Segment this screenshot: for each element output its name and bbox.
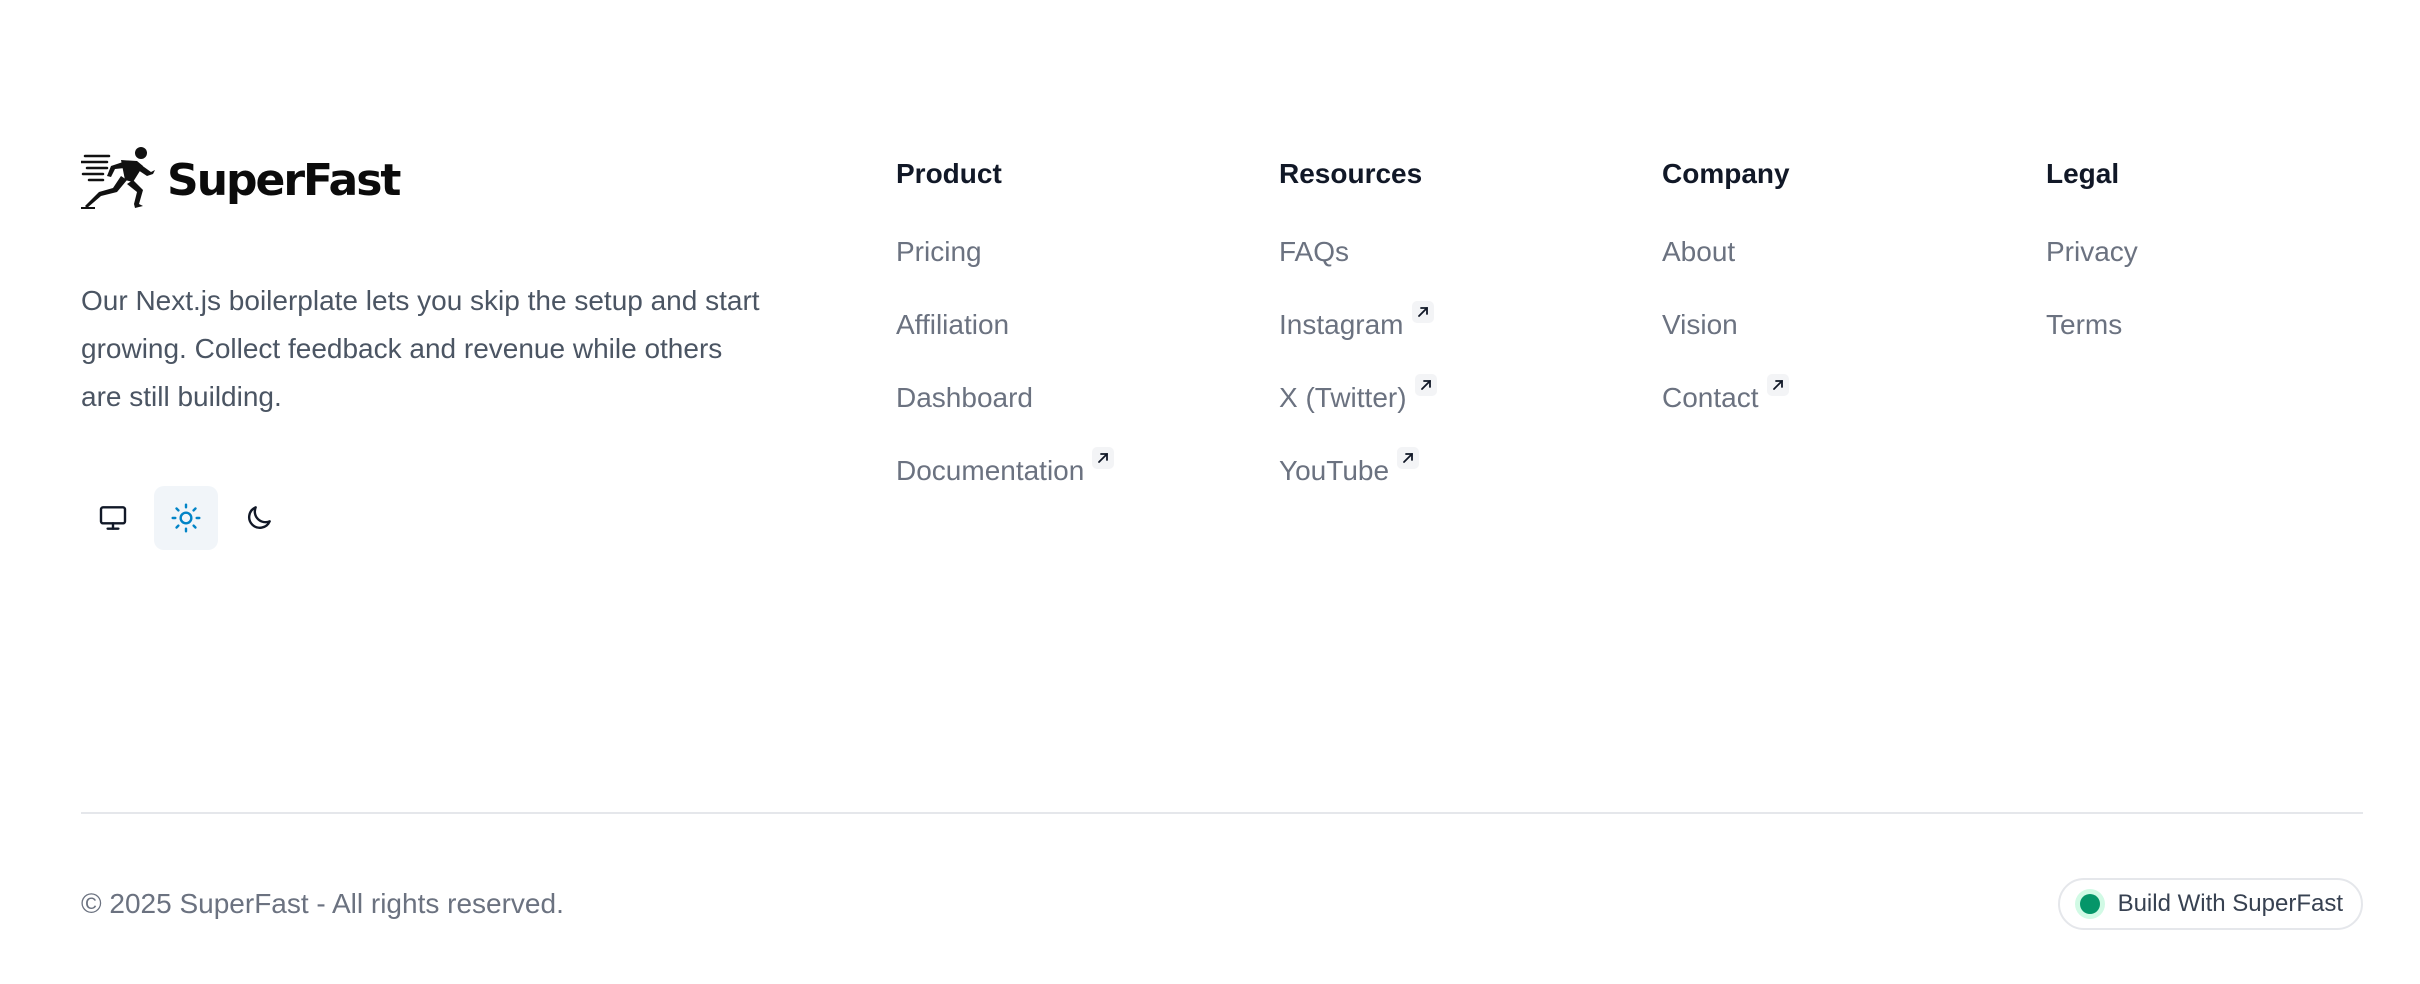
footer-link-instagram[interactable]: Instagram bbox=[1279, 301, 1434, 345]
copyright-text: © 2025 SuperFast - All rights reserved. bbox=[81, 888, 564, 919]
column-title: Product bbox=[896, 158, 1002, 189]
external-link-icon bbox=[1397, 447, 1420, 469]
footer-column-legal: Legal Privacy Terms bbox=[2046, 154, 2138, 378]
monitor-icon bbox=[99, 506, 127, 530]
footer-link-contact[interactable]: Contact bbox=[1662, 374, 1789, 418]
footer-column-resources: Resources FAQs Instagram X (Twitter) You… bbox=[1279, 154, 1437, 524]
external-link-icon bbox=[1411, 301, 1434, 323]
footer-link-privacy[interactable]: Privacy bbox=[2046, 232, 2138, 272]
footer-divider bbox=[81, 812, 2363, 814]
footer-link-about[interactable]: About bbox=[1662, 232, 1735, 272]
build-with-badge[interactable]: Build With SuperFast bbox=[2057, 878, 2363, 930]
theme-light-button[interactable] bbox=[154, 486, 218, 550]
running-man-icon bbox=[81, 147, 155, 209]
moon-icon bbox=[248, 506, 271, 529]
external-link-icon bbox=[1092, 447, 1115, 469]
status-dot bbox=[2079, 894, 2100, 914]
badge-label: Build With SuperFast bbox=[2117, 890, 2343, 917]
footer-brand: SuperFast Our Next.js boilerplate lets y… bbox=[81, 146, 781, 550]
footer-link-terms[interactable]: Terms bbox=[2046, 305, 2122, 345]
external-link-icon bbox=[1414, 374, 1437, 396]
column-title: Legal bbox=[2046, 158, 2120, 189]
footer-link-faqs[interactable]: FAQs bbox=[1279, 232, 1349, 272]
column-title: Resources bbox=[1279, 158, 1423, 189]
footer-link-dashboard[interactable]: Dashboard bbox=[896, 378, 1033, 418]
footer-column-company: Company About Vision Contact bbox=[1662, 154, 1790, 451]
brand-description: Our Next.js boilerplate lets you skip th… bbox=[81, 285, 760, 412]
external-link-icon bbox=[1766, 374, 1789, 396]
column-title: Company bbox=[1662, 158, 1790, 189]
sun-icon bbox=[171, 503, 201, 533]
footer-link-vision[interactable]: Vision bbox=[1662, 305, 1738, 345]
footer-column-product: Product Pricing Affiliation Dashboard Do… bbox=[896, 154, 1115, 524]
theme-dark-button[interactable] bbox=[227, 486, 291, 550]
footer-link-documentation[interactable]: Documentation bbox=[896, 447, 1115, 491]
footer-link-twitter[interactable]: X (Twitter) bbox=[1279, 374, 1437, 418]
brand-name: SuperFast bbox=[167, 155, 401, 206]
theme-system-button[interactable] bbox=[81, 486, 145, 550]
logo[interactable]: SuperFast bbox=[81, 146, 781, 212]
footer-link-youtube[interactable]: YouTube bbox=[1279, 447, 1420, 491]
footer-link-affiliation[interactable]: Affiliation bbox=[896, 305, 1009, 345]
footer-link-pricing[interactable]: Pricing bbox=[896, 232, 982, 272]
site-footer: SuperFast Our Next.js boilerplate lets y… bbox=[0, 0, 2420, 984]
theme-switcher bbox=[81, 486, 291, 550]
